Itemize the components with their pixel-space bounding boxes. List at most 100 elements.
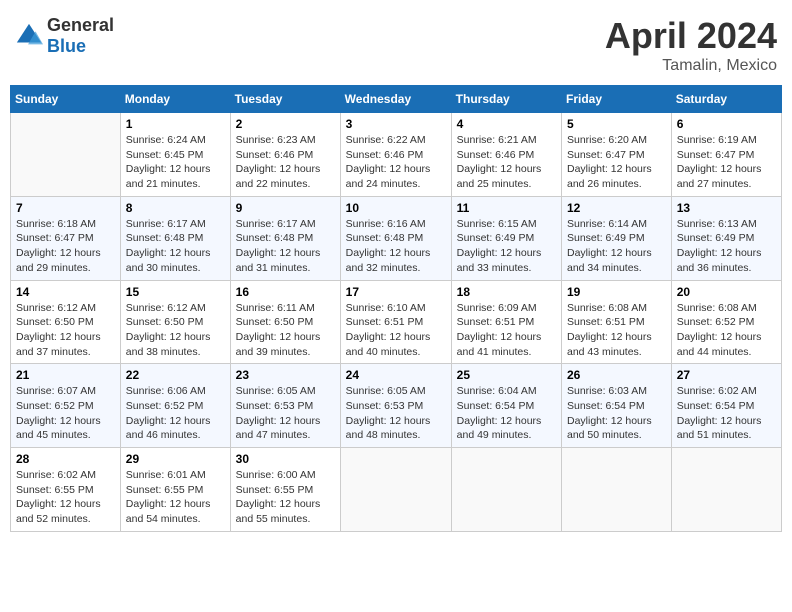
calendar-day-cell: 8 Sunrise: 6:17 AM Sunset: 6:48 PM Daylig… [120,196,230,280]
day-info: Sunrise: 6:15 AM Sunset: 6:49 PM Dayligh… [457,217,556,276]
page-header: General Blue April 2024 Tamalin, Mexico [10,10,782,75]
day-info: Sunrise: 6:09 AM Sunset: 6:51 PM Dayligh… [457,301,556,360]
day-info: Sunrise: 6:05 AM Sunset: 6:53 PM Dayligh… [236,384,335,443]
calendar-day-cell: 3 Sunrise: 6:22 AM Sunset: 6:46 PM Daylig… [340,113,451,197]
day-number: 10 [346,201,446,215]
day-info: Sunrise: 6:02 AM Sunset: 6:55 PM Dayligh… [16,468,115,527]
day-number: 2 [236,117,335,131]
day-info: Sunrise: 6:03 AM Sunset: 6:54 PM Dayligh… [567,384,666,443]
day-info: Sunrise: 6:08 AM Sunset: 6:52 PM Dayligh… [677,301,776,360]
calendar-day-cell: 19 Sunrise: 6:08 AM Sunset: 6:51 PM Dayli… [562,280,672,364]
calendar-day-cell [451,448,561,532]
calendar-week-row: 7Sunrise: 6:18 AM Sunset: 6:47 PM Daylig… [11,196,782,280]
weekday-header-cell: Tuesday [230,86,340,113]
calendar-week-row: 1 Sunrise: 6:24 AM Sunset: 6:45 PM Daylig… [11,113,782,197]
logo: General Blue [15,15,114,57]
calendar-day-cell: 26Sunrise: 6:03 AM Sunset: 6:54 PM Dayli… [562,364,672,448]
calendar-day-cell [671,448,781,532]
calendar-week-row: 21 Sunrise: 6:07 AM Sunset: 6:52 PM Dayli… [11,364,782,448]
calendar-day-cell [562,448,672,532]
day-info: Sunrise: 6:12 AM Sunset: 6:50 PM Dayligh… [126,301,225,360]
day-info: Sunrise: 6:17 AM Sunset: 6:48 PM Dayligh… [126,217,225,276]
calendar-day-cell: 18 Sunrise: 6:09 AM Sunset: 6:51 PM Dayli… [451,280,561,364]
day-number: 21 [16,368,115,382]
calendar-day-cell [340,448,451,532]
day-info: Sunrise: 6:11 AM Sunset: 6:50 PM Dayligh… [236,301,335,360]
calendar-day-cell: 16Sunrise: 6:11 AM Sunset: 6:50 PM Dayli… [230,280,340,364]
day-info: Sunrise: 6:10 AM Sunset: 6:51 PM Dayligh… [346,301,446,360]
day-number: 29 [126,452,225,466]
day-info: Sunrise: 6:24 AM Sunset: 6:45 PM Dayligh… [126,133,225,192]
day-number: 8 [126,201,225,215]
day-number: 5 [567,117,666,131]
day-number: 30 [236,452,335,466]
day-info: Sunrise: 6:07 AM Sunset: 6:52 PM Dayligh… [16,384,115,443]
day-number: 18 [457,285,556,299]
title-area: April 2024 Tamalin, Mexico [605,15,777,75]
calendar-day-cell: 2 Sunrise: 6:23 AM Sunset: 6:46 PM Daylig… [230,113,340,197]
day-info: Sunrise: 6:06 AM Sunset: 6:52 PM Dayligh… [126,384,225,443]
logo-blue-text: Blue [47,36,86,56]
day-number: 11 [457,201,556,215]
day-info: Sunrise: 6:12 AM Sunset: 6:50 PM Dayligh… [16,301,115,360]
calendar-day-cell: 17 Sunrise: 6:10 AM Sunset: 6:51 PM Dayli… [340,280,451,364]
calendar-day-cell: 24 Sunrise: 6:05 AM Sunset: 6:53 PM Dayli… [340,364,451,448]
month-title: April 2024 [605,15,777,57]
calendar-day-cell: 30 Sunrise: 6:00 AM Sunset: 6:55 PM Dayli… [230,448,340,532]
day-info: Sunrise: 6:08 AM Sunset: 6:51 PM Dayligh… [567,301,666,360]
day-info: Sunrise: 6:17 AM Sunset: 6:48 PM Dayligh… [236,217,335,276]
weekday-header-cell: Friday [562,86,672,113]
calendar-table: SundayMondayTuesdayWednesdayThursdayFrid… [10,85,782,532]
calendar-day-cell: 7Sunrise: 6:18 AM Sunset: 6:47 PM Daylig… [11,196,121,280]
day-number: 28 [16,452,115,466]
calendar-day-cell: 23 Sunrise: 6:05 AM Sunset: 6:53 PM Dayli… [230,364,340,448]
calendar-day-cell [11,113,121,197]
day-number: 13 [677,201,776,215]
calendar-day-cell: 4 Sunrise: 6:21 AM Sunset: 6:46 PM Daylig… [451,113,561,197]
day-number: 12 [567,201,666,215]
day-number: 4 [457,117,556,131]
calendar-day-cell: 28 Sunrise: 6:02 AM Sunset: 6:55 PM Dayli… [11,448,121,532]
calendar-day-cell: 15 Sunrise: 6:12 AM Sunset: 6:50 PM Dayli… [120,280,230,364]
day-info: Sunrise: 6:23 AM Sunset: 6:46 PM Dayligh… [236,133,335,192]
location-title: Tamalin, Mexico [605,57,777,75]
calendar-day-cell: 10Sunrise: 6:16 AM Sunset: 6:48 PM Dayli… [340,196,451,280]
day-info: Sunrise: 6:21 AM Sunset: 6:46 PM Dayligh… [457,133,556,192]
day-info: Sunrise: 6:00 AM Sunset: 6:55 PM Dayligh… [236,468,335,527]
day-number: 25 [457,368,556,382]
day-number: 24 [346,368,446,382]
day-info: Sunrise: 6:14 AM Sunset: 6:49 PM Dayligh… [567,217,666,276]
calendar-day-cell: 9 Sunrise: 6:17 AM Sunset: 6:48 PM Daylig… [230,196,340,280]
calendar-day-cell: 14 Sunrise: 6:12 AM Sunset: 6:50 PM Dayli… [11,280,121,364]
calendar-day-cell: 5 Sunrise: 6:20 AM Sunset: 6:47 PM Daylig… [562,113,672,197]
day-number: 14 [16,285,115,299]
day-number: 19 [567,285,666,299]
calendar-day-cell: 29 Sunrise: 6:01 AM Sunset: 6:55 PM Dayli… [120,448,230,532]
day-number: 23 [236,368,335,382]
day-number: 15 [126,285,225,299]
calendar-day-cell: 22 Sunrise: 6:06 AM Sunset: 6:52 PM Dayli… [120,364,230,448]
day-info: Sunrise: 6:20 AM Sunset: 6:47 PM Dayligh… [567,133,666,192]
calendar-day-cell: 27Sunrise: 6:02 AM Sunset: 6:54 PM Dayli… [671,364,781,448]
calendar-day-cell: 21 Sunrise: 6:07 AM Sunset: 6:52 PM Dayli… [11,364,121,448]
day-info: Sunrise: 6:01 AM Sunset: 6:55 PM Dayligh… [126,468,225,527]
calendar-day-cell: 6Sunrise: 6:19 AM Sunset: 6:47 PM Daylig… [671,113,781,197]
day-info: Sunrise: 6:13 AM Sunset: 6:49 PM Dayligh… [677,217,776,276]
calendar-day-cell: 11 Sunrise: 6:15 AM Sunset: 6:49 PM Dayli… [451,196,561,280]
weekday-header-cell: Monday [120,86,230,113]
day-number: 1 [126,117,225,131]
weekday-header-cell: Sunday [11,86,121,113]
day-number: 22 [126,368,225,382]
day-info: Sunrise: 6:04 AM Sunset: 6:54 PM Dayligh… [457,384,556,443]
logo-icon [15,22,43,50]
day-number: 3 [346,117,446,131]
calendar-week-row: 28 Sunrise: 6:02 AM Sunset: 6:55 PM Dayli… [11,448,782,532]
day-info: Sunrise: 6:02 AM Sunset: 6:54 PM Dayligh… [677,384,776,443]
day-info: Sunrise: 6:22 AM Sunset: 6:46 PM Dayligh… [346,133,446,192]
weekday-header-row: SundayMondayTuesdayWednesdayThursdayFrid… [11,86,782,113]
day-number: 17 [346,285,446,299]
day-info: Sunrise: 6:05 AM Sunset: 6:53 PM Dayligh… [346,384,446,443]
weekday-header-cell: Thursday [451,86,561,113]
calendar-week-row: 14 Sunrise: 6:12 AM Sunset: 6:50 PM Dayli… [11,280,782,364]
day-number: 9 [236,201,335,215]
